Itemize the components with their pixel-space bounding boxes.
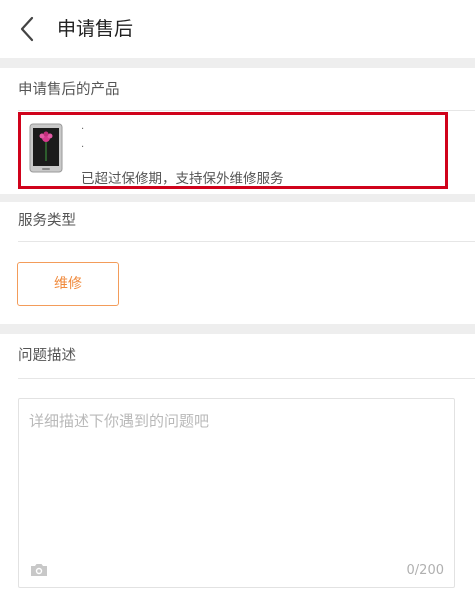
divider: [18, 241, 475, 242]
camera-icon[interactable]: [29, 561, 49, 579]
warranty-status-text: 已超过保修期，支持保外维修服务: [81, 171, 284, 187]
textarea-placeholder: 详细描述下你遇到的问题吧: [29, 412, 210, 430]
product-section-label: 申请售后的产品: [18, 82, 120, 98]
page-title: 申请售后: [57, 18, 134, 40]
section-separator: [0, 194, 475, 202]
character-counter: 0/200: [406, 563, 444, 578]
header-bar: 申请售后: [0, 0, 475, 58]
section-separator: [0, 324, 475, 334]
phone-thumbnail-icon: [29, 123, 63, 173]
chevron-left-icon[interactable]: [14, 14, 44, 44]
problem-description-label: 问题描述: [18, 348, 76, 364]
problem-description-textarea[interactable]: 详细描述下你遇到的问题吧 0/200: [18, 398, 455, 588]
repair-option-button[interactable]: 维修: [17, 262, 119, 306]
back-button[interactable]: [14, 14, 44, 44]
divider: [18, 378, 475, 379]
section-separator: [0, 58, 475, 68]
product-card[interactable]: · · 已超过保修期，支持保外维修服务: [18, 112, 448, 189]
product-name-line-2: ·: [81, 142, 85, 153]
product-name-line-1: ·: [81, 124, 85, 135]
divider: [18, 110, 475, 111]
service-type-label: 服务类型: [18, 213, 76, 229]
